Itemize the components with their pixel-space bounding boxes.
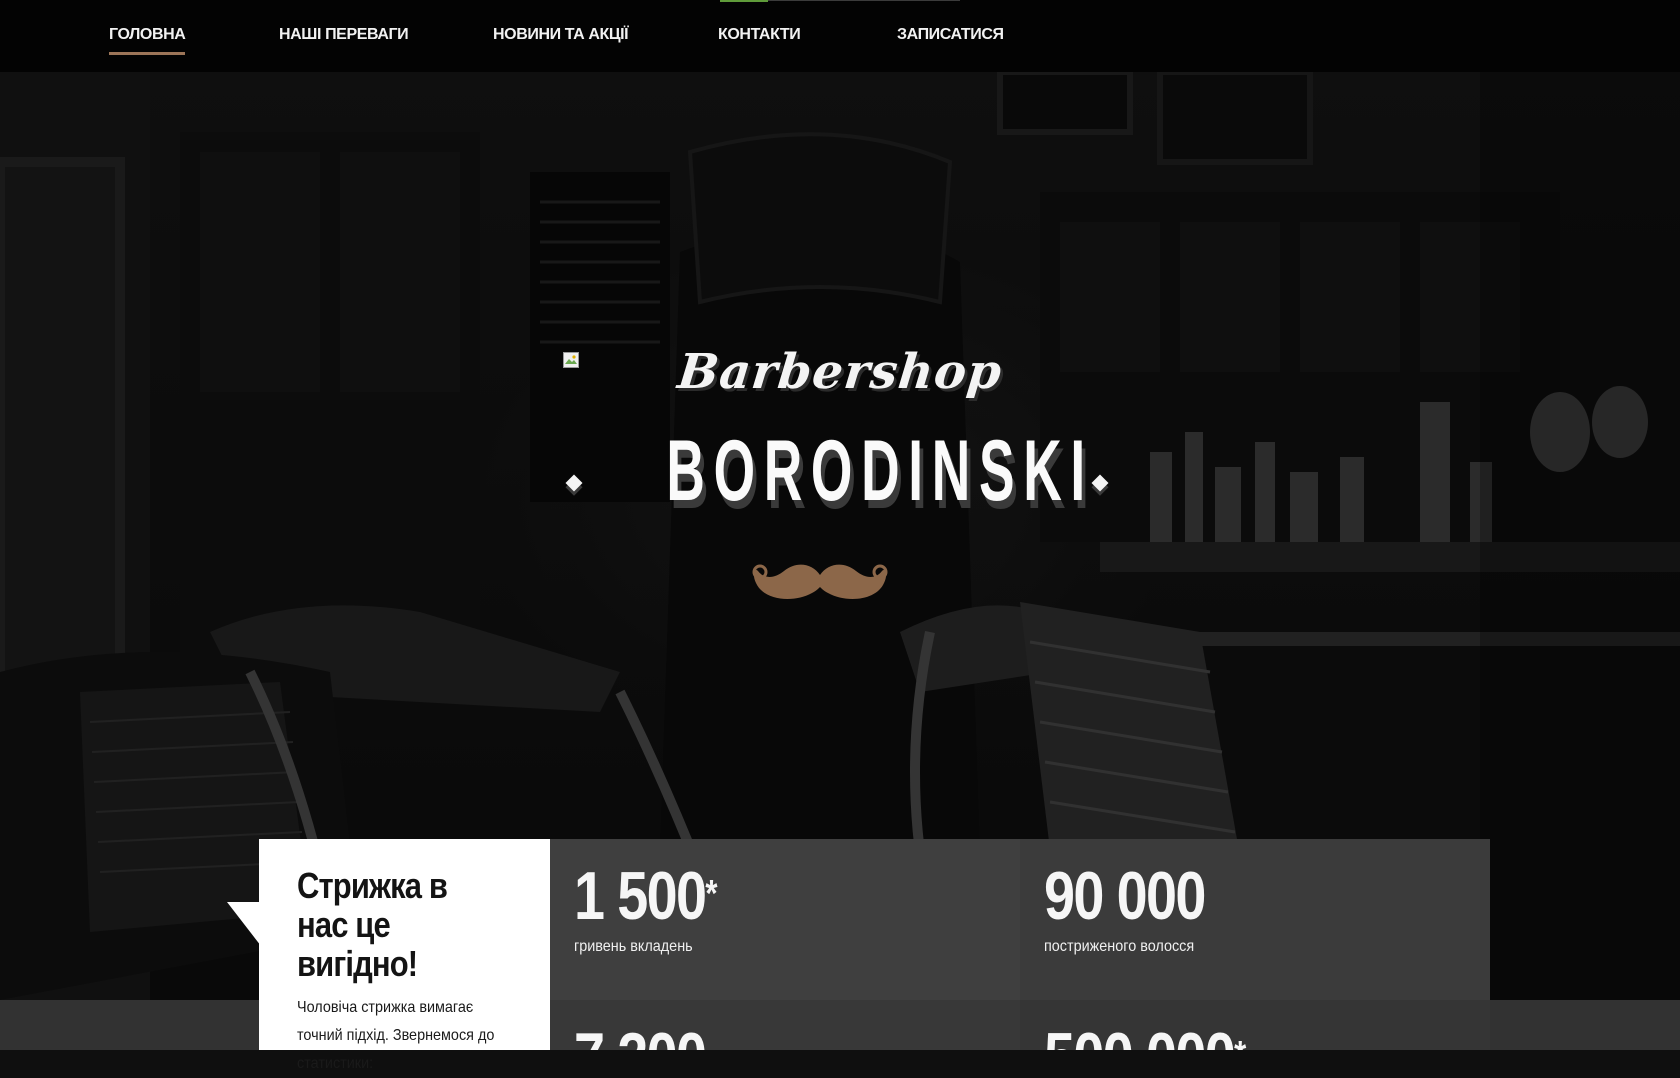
logo-script-text: Barbershop [675,344,1005,400]
top-navigation: ГОЛОВНА НАШІ ПЕРЕВАГИ НОВИНИ ТА АКЦІЇ КО… [0,0,1680,72]
stat-value: 7 200 [574,1022,707,1050]
stat-tile-third: 7 200 [550,1000,1020,1050]
stat-value: 500 000* [1044,1022,1246,1050]
nav-accent-bar [720,0,768,2]
logo-wordmark: BORODINSKI [666,423,1094,519]
nav-accent-line [768,0,960,1]
stat-tile-hair: 90 000 постриженого волосся [1020,839,1490,1000]
intro-card-flag [227,902,261,946]
stat-value: 1 500* [574,858,717,934]
nav-item-home[interactable]: ГОЛОВНА [109,26,186,56]
barbershop-logo: Barbershop BORODINSKI [560,272,1120,632]
stat-label: гривень вкладень [574,938,693,955]
intro-title: Стрижка в нас це вигідно! [297,865,448,984]
stat-tile-fourth: 500 000* [1020,1000,1490,1050]
nav-item-news[interactable]: НОВИНИ ТА АКЦІЇ [493,26,629,56]
mustache-icon [752,564,888,599]
nav-item-contacts[interactable]: КОНТАКТИ [718,26,801,56]
nav-item-advantages[interactable]: НАШІ ПЕРЕВАГИ [279,26,409,56]
logo-diamond-left [565,474,583,492]
stat-tile-investment: 1 500* гривень вкладень [550,839,1020,1000]
nav-item-booking[interactable]: ЗАПИСАТИСЯ [897,26,1004,56]
stat-value: 90 000 [1044,858,1206,934]
intro-card: Стрижка в нас це вигідно! Чоловіча стриж… [259,839,550,1072]
logo-diamond-right [1091,474,1109,492]
intro-text: Чоловіча стрижка вимагає точний підхід. … [297,999,495,1072]
stat-label: постриженого волосся [1044,938,1195,955]
